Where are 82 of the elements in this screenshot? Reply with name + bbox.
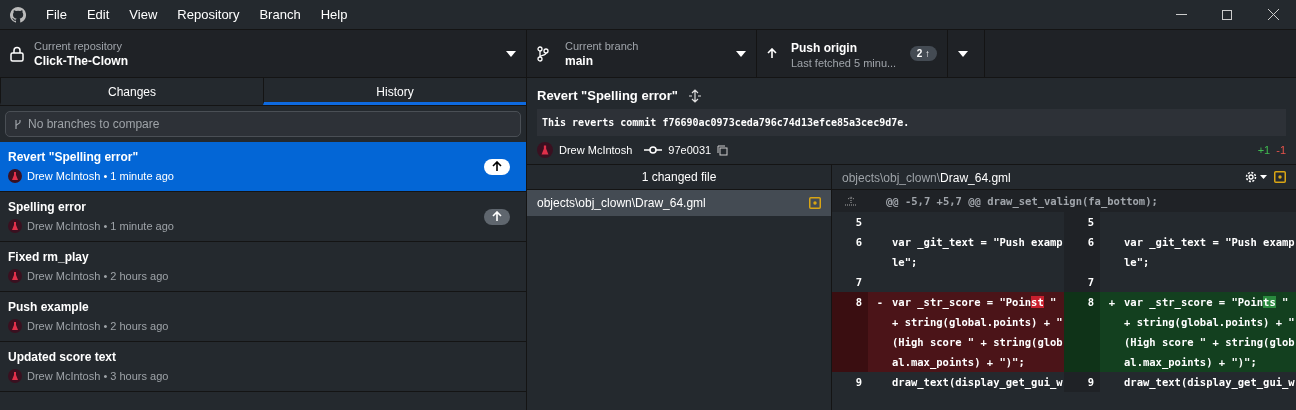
arrow-up-icon <box>767 48 777 59</box>
minimize-icon <box>1175 14 1187 15</box>
menu-item[interactable]: Repository <box>167 7 250 22</box>
maximize-icon <box>1222 9 1232 20</box>
removed-code-line: var _str_score = "Poinst " + string(global.points) + " (High score " + string(global.max_points) + ")"; <box>892 295 1063 371</box>
line-number: 7 <box>855 276 862 288</box>
modified-icon <box>809 197 821 209</box>
menu-item[interactable]: Help <box>310 7 358 22</box>
added-count: +1 <box>1257 144 1271 156</box>
expand-icon <box>687 88 702 103</box>
removed-count: -1 <box>1276 144 1286 156</box>
avatar-icon <box>537 142 553 158</box>
repository-caption: Current repository <box>34 39 124 52</box>
removed-marker: - <box>876 296 884 308</box>
line-number: 8 <box>855 296 862 308</box>
commit-item[interactable]: Revert "Spelling error" Drew McIntosh • 1 minute ago <box>0 142 526 192</box>
caret-icon <box>506 50 516 57</box>
push-count-badge: 2 ↑ <box>909 46 937 61</box>
code-line: draw_text(display_get_gui_w <box>892 375 1063 391</box>
commit-meta: Drew McIntosh • 1 minute ago <box>27 220 174 232</box>
commit-message: This reverts commit f76690ac0973ceda796c74d13efce85a3cec9d7e. <box>537 109 1286 136</box>
commit-meta: Drew McIntosh • 3 hours ago <box>27 370 169 382</box>
tab[interactable]: History <box>263 78 526 105</box>
avatar-icon <box>8 369 22 383</box>
close-icon <box>1267 9 1279 20</box>
added-marker: + <box>1108 296 1116 308</box>
menu-item[interactable]: Branch <box>249 7 311 22</box>
branch-name: main <box>565 53 594 68</box>
avatar-icon <box>8 319 22 333</box>
commit-icon <box>644 145 663 155</box>
github-logo-icon <box>10 6 26 23</box>
avatar-icon <box>8 269 22 283</box>
commit-summary: Revert "Spelling error" <box>537 88 678 103</box>
branch-caption: Current branch <box>565 39 640 52</box>
compare-field[interactable]: No branches to compare <box>5 111 521 137</box>
push-title: Push origin <box>791 40 858 55</box>
code-line: draw_text(display_get_gui_w <box>1124 375 1295 391</box>
caret-icon <box>958 50 968 57</box>
arrow-up-icon <box>492 211 502 222</box>
line-number: 9 <box>855 376 862 388</box>
menu-item[interactable]: Edit <box>76 7 120 22</box>
commit-meta: Drew McIntosh • 1 minute ago <box>27 170 174 182</box>
repository-selector[interactable]: Current repository Click-The-Clown <box>0 30 527 77</box>
line-number: 8 <box>1087 296 1094 308</box>
menu-item[interactable]: File <box>36 7 77 22</box>
commit-meta: Drew McIntosh • 2 hours ago <box>27 320 169 332</box>
avatar-icon <box>8 219 22 233</box>
caret-icon <box>736 50 746 57</box>
commit-title: Revert "Spelling error" <box>8 150 140 164</box>
push-button[interactable]: Push origin Last fetched 5 minu... 2 ↑ <box>757 30 948 77</box>
author-name: Drew McIntosh <box>559 144 633 156</box>
commit-title: Fixed rm_play <box>8 250 90 264</box>
code-line: var _git_text = "Push example"; <box>1124 235 1295 270</box>
commit-meta: Drew McIntosh • 2 hours ago <box>27 270 169 282</box>
branch-selector[interactable]: Current branch main <box>527 30 757 77</box>
code-line: var _git_text = "Push example"; <box>892 235 1063 270</box>
settings-icon[interactable] <box>1244 170 1268 184</box>
branch-icon <box>14 119 22 130</box>
changed-file-row[interactable]: objects\obj_clown\Draw_64.gml <box>527 190 831 216</box>
expand-up-icon[interactable] <box>844 196 858 206</box>
line-number: 9 <box>1087 376 1094 388</box>
menu-item[interactable]: View <box>119 7 168 22</box>
last-fetched-text: Last fetched 5 minu... <box>791 56 898 69</box>
line-number: 7 <box>1087 276 1094 288</box>
line-number: 6 <box>1087 236 1094 248</box>
commit-title: Updated score text <box>8 350 118 364</box>
avatar-icon <box>8 169 22 183</box>
line-number: 5 <box>855 216 862 228</box>
hunk-header: @@ -5,7 +5,7 @@ draw_set_valign(fa_bottom); <box>886 194 1158 210</box>
commit-title: Spelling error <box>8 200 88 214</box>
arrow-up-icon <box>492 161 502 172</box>
modified-icon <box>1274 171 1286 183</box>
line-number: 5 <box>1087 216 1094 228</box>
file-path: objects\obj_clown\Draw_64.gml <box>842 170 1011 186</box>
commit-sha: 97e0031 <box>668 144 712 156</box>
commit-title: Push example <box>8 300 90 314</box>
line-number: 6 <box>855 236 862 248</box>
added-code-line: var _str_score = "Points " + string(global.points) + " (High score " + string(global.max_points) + ")"; <box>1124 295 1295 371</box>
copy-icon[interactable] <box>717 144 729 156</box>
repository-name: Click-The-Clown <box>34 53 129 68</box>
lock-icon <box>10 45 24 62</box>
branch-icon <box>537 45 549 62</box>
